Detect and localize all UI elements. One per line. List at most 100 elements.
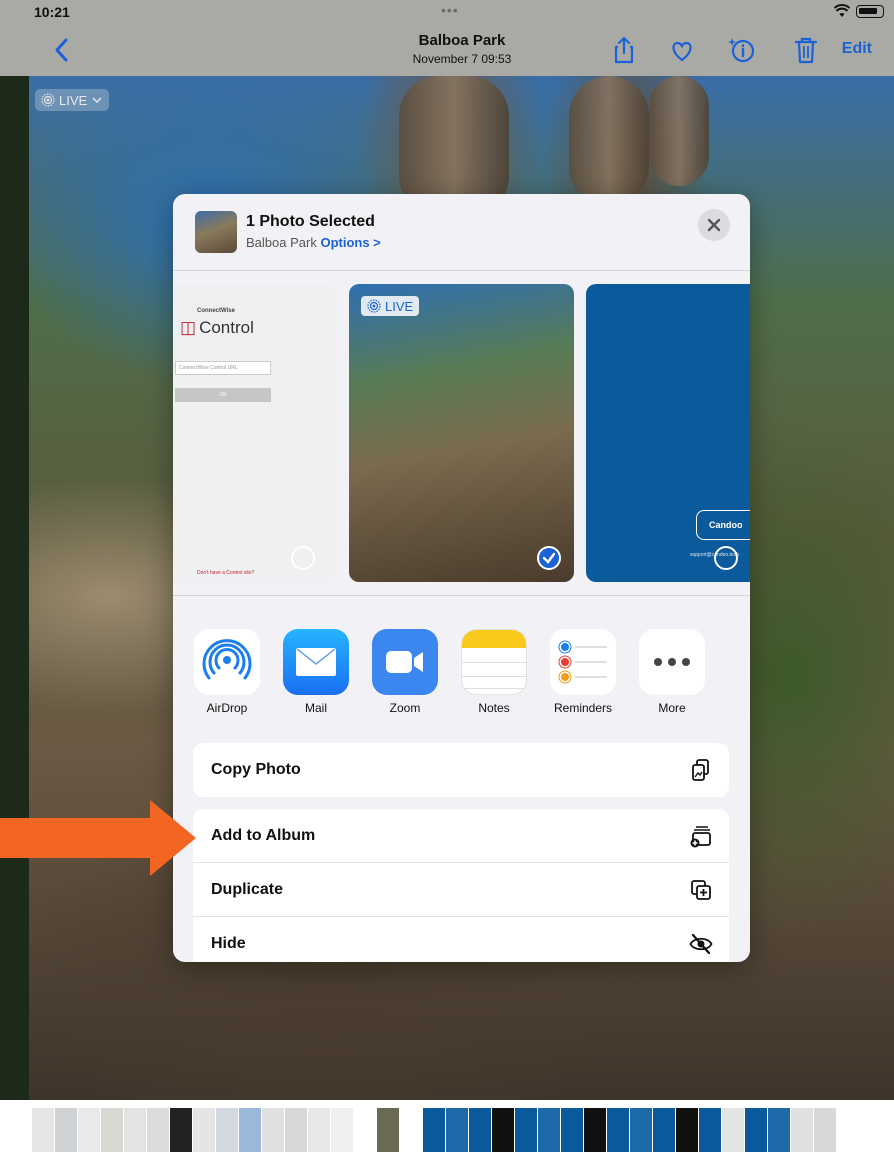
filmstrip-thumb[interactable] — [814, 1108, 836, 1152]
share-icon[interactable] — [609, 35, 639, 65]
filmstrip-thumb[interactable] — [446, 1108, 468, 1152]
action-copy-photo[interactable]: Copy Photo — [193, 743, 729, 797]
annotation-arrow — [0, 800, 196, 876]
filmstrip-thumb[interactable] — [193, 1108, 215, 1152]
app-notes[interactable]: Notes — [461, 629, 527, 715]
mail-icon — [283, 629, 349, 695]
filmstrip-thumb[interactable] — [55, 1108, 77, 1152]
app-label: Reminders — [553, 701, 613, 715]
carousel-card-connectwise[interactable]: ConnectWise ◫ Control ConnectWise Control… — [173, 284, 336, 582]
actions-group-copy: Copy Photo — [193, 743, 729, 797]
copy-photo-icon — [692, 759, 709, 781]
filmstrip-thumb[interactable] — [239, 1108, 261, 1152]
action-hide[interactable]: Hide — [193, 917, 729, 962]
battery-icon — [856, 5, 884, 18]
action-label: Copy Photo — [211, 761, 301, 778]
card-live-label: LIVE — [385, 298, 414, 314]
options-link[interactable]: Options > — [320, 235, 380, 250]
carousel-card-selected-photo[interactable]: LIVE — [349, 284, 574, 582]
filmstrip-thumb[interactable] — [262, 1108, 284, 1152]
filmstrip-thumb[interactable] — [308, 1108, 330, 1152]
app-label: Notes — [478, 701, 510, 715]
app-label: Zoom — [389, 701, 421, 715]
filmstrip-thumb[interactable] — [561, 1108, 583, 1152]
filmstrip-thumb[interactable] — [538, 1108, 560, 1152]
filmstrip-thumb[interactable] — [101, 1108, 123, 1152]
reminders-icon — [550, 629, 616, 695]
unselected-circle-icon[interactable] — [291, 546, 315, 570]
filmstrip-thumb[interactable] — [745, 1108, 767, 1152]
filmstrip-thumb[interactable] — [331, 1108, 353, 1152]
action-label: Hide — [211, 935, 246, 952]
checkmark-icon[interactable] — [537, 546, 561, 570]
filmstrip-thumb[interactable] — [630, 1108, 652, 1152]
filmstrip-thumb[interactable] — [584, 1108, 606, 1152]
notes-icon — [461, 629, 527, 695]
selected-photo-thumbnail — [195, 211, 237, 253]
filmstrip-thumb[interactable] — [400, 1108, 422, 1152]
share-sheet-subtitle: Balboa Park Options > — [246, 235, 381, 250]
live-icon — [41, 93, 55, 107]
album-name: Balboa Park — [246, 235, 317, 250]
filmstrip-thumb[interactable] — [722, 1108, 744, 1152]
app-airdrop[interactable]: AirDrop — [194, 629, 260, 715]
connectwise-logo: ◫ Control — [180, 318, 254, 338]
action-add-to-album[interactable]: Add to Album — [193, 809, 729, 863]
edit-button[interactable]: Edit — [842, 40, 872, 58]
action-label: Duplicate — [211, 880, 284, 898]
control-brand: Control — [199, 318, 254, 337]
filmstrip-thumb[interactable] — [676, 1108, 698, 1152]
photo-title: Balboa Park — [418, 32, 506, 49]
action-label: Add to Album — [211, 826, 316, 844]
control-ok-button: OK — [175, 388, 271, 402]
live-photo-badge[interactable]: LIVE — [35, 89, 110, 111]
heart-icon[interactable] — [667, 35, 697, 65]
carousel-card-candoo[interactable]: Candoo support@candoo.tech — [586, 284, 750, 582]
unselected-circle-icon[interactable] — [714, 546, 738, 570]
share-actions: Copy Photo Add to Album Duplicate Hide — [193, 743, 729, 962]
filmstrip-thumb[interactable] — [699, 1108, 721, 1152]
live-icon — [367, 299, 381, 313]
filmstrip-thumb[interactable] — [285, 1108, 307, 1152]
action-duplicate[interactable]: Duplicate — [193, 863, 729, 917]
zoom-icon — [372, 629, 438, 695]
app-more[interactable]: More — [639, 629, 705, 715]
filmstrip-thumb[interactable] — [78, 1108, 100, 1152]
trash-icon[interactable] — [791, 35, 821, 65]
info-sparkle-icon[interactable] — [727, 35, 757, 65]
filmstrip-thumb[interactable] — [147, 1108, 169, 1152]
photo-filmstrip[interactable] — [0, 1100, 894, 1154]
app-label: More — [658, 701, 686, 715]
filmstrip-thumb[interactable] — [377, 1108, 399, 1152]
app-zoom[interactable]: Zoom — [372, 629, 438, 715]
app-label: AirDrop — [206, 701, 248, 715]
share-apps-row: AirDrop Mail Zoom Notes Reminders More — [173, 597, 750, 722]
filmstrip-thumb[interactable] — [653, 1108, 675, 1152]
filmstrip-thumb[interactable] — [768, 1108, 790, 1152]
filmstrip-thumb[interactable] — [607, 1108, 629, 1152]
app-label: Mail — [304, 701, 327, 715]
share-sheet-title: 1 Photo Selected — [246, 213, 375, 230]
live-label: LIVE — [59, 92, 88, 108]
filmstrip-thumb[interactable] — [32, 1108, 54, 1152]
filmstrip-thumb[interactable] — [791, 1108, 813, 1152]
filmstrip-thumbnails[interactable] — [32, 1108, 836, 1152]
filmstrip-thumb[interactable] — [423, 1108, 445, 1152]
filmstrip-thumb[interactable] — [124, 1108, 146, 1152]
filmstrip-thumb[interactable] — [515, 1108, 537, 1152]
status-time: 10:21 — [34, 4, 70, 20]
app-mail[interactable]: Mail — [283, 629, 349, 715]
multitasking-dots[interactable]: ••• — [441, 2, 459, 18]
add-to-album-icon — [690, 825, 711, 847]
app-reminders[interactable]: Reminders — [550, 629, 616, 715]
filmstrip-thumb[interactable] — [469, 1108, 491, 1152]
filmstrip-thumb[interactable] — [354, 1108, 376, 1152]
actions-group-album: Add to Album Duplicate Hide — [193, 809, 729, 962]
control-logo-icon: ◫ — [180, 318, 197, 337]
filmstrip-thumb[interactable] — [492, 1108, 514, 1152]
close-button[interactable] — [698, 209, 730, 241]
filmstrip-thumb[interactable] — [216, 1108, 238, 1152]
photo-carousel[interactable]: ConnectWise ◫ Control ConnectWise Control… — [173, 272, 750, 596]
wifi-icon — [834, 4, 850, 17]
filmstrip-thumb[interactable] — [170, 1108, 192, 1152]
